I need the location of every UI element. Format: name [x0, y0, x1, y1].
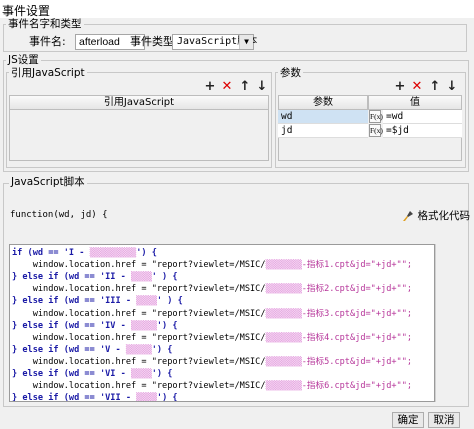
ref-add-icon[interactable]: + — [203, 80, 217, 94]
event-group-legend: 事件名字和类型 — [6, 18, 84, 30]
params-move-up-icon[interactable]: ↑ — [428, 80, 442, 94]
redacted-text: ▒▒▒▒▒▒▒▒▒ — [89, 248, 137, 258]
format-code-button[interactable]: 格式化代码 — [402, 208, 470, 222]
code-text: window.location.href = "report?viewlet=/… — [12, 356, 266, 367]
event-type-label: 事件类型: — [130, 35, 178, 48]
code-line: } else if (wd == 'IV - ▒▒▒▒▒') { — [12, 320, 178, 332]
code-text: window.location.href = "report?viewlet=/… — [12, 308, 266, 319]
param-name-cell[interactable]: jd — [278, 124, 368, 138]
code-text: } else if (wd == 'V - — [12, 344, 126, 355]
code-text: -指标4.cpt&jd="+jd+""; — [301, 332, 413, 343]
code-text: } else if (wd == 'II - — [12, 272, 131, 283]
function-signature: function(wd, jd) { — [10, 210, 108, 220]
ref-js-legend: 引用JavaScript — [9, 67, 87, 79]
code-text: } else if (wd == 'VI - — [12, 369, 131, 379]
code-text: window.location.href = "report?viewlet=/… — [12, 381, 266, 392]
code-text: ') { — [156, 320, 178, 331]
params-legend: 参数 — [278, 67, 303, 79]
code-line: window.location.href = "report?viewlet=/… — [12, 380, 412, 392]
code-text: -指标3.cpt&jd="+jd+""; — [301, 308, 413, 319]
ref-js-header: 引用JavaScript — [9, 95, 269, 110]
event-type-select[interactable]: JavaScript脚本 ▼ — [172, 34, 257, 50]
param-value-cell[interactable]: =wd — [383, 110, 462, 124]
redacted-text: ▒▒▒▒▒▒▒ — [265, 308, 302, 319]
code-text: } else if (wd == 'VII - — [12, 393, 137, 402]
code-text: ' ) { — [156, 296, 183, 307]
redacted-text: ▒▒▒▒ — [136, 296, 157, 307]
code-line: if (wd == 'I - ▒▒▒▒▒▒▒▒▒') { — [12, 247, 157, 259]
code-line: } else if (wd == 'V - ▒▒▒▒▒') { — [12, 344, 172, 356]
code-text: ') { — [151, 369, 173, 379]
redacted-text: ▒▒▒▒▒▒▒ — [265, 284, 302, 295]
params-header-value: 值 — [368, 95, 462, 110]
code-line: window.location.href = "report?viewlet=/… — [12, 308, 412, 320]
broom-icon — [402, 210, 414, 222]
ok-button[interactable]: 确定 — [392, 412, 424, 428]
ref-move-down-icon[interactable]: ↓ — [255, 80, 269, 94]
redacted-text: ▒▒▒▒ — [131, 369, 152, 379]
params-add-icon[interactable]: + — [393, 80, 407, 94]
code-text: ') { — [151, 344, 173, 355]
code-text: } else if (wd == 'III - — [12, 296, 137, 307]
code-text: -指标1.cpt&jd="+jd+""; — [301, 260, 413, 271]
redacted-text: ▒▒▒▒▒▒▒ — [265, 260, 302, 271]
redacted-text: ▒▒▒▒▒▒▒ — [265, 381, 302, 392]
chevron-down-icon: ▼ — [239, 35, 253, 49]
redacted-text: ▒▒▒▒▒ — [131, 320, 157, 331]
code-text: ' ) { — [151, 272, 178, 283]
param-value-cell[interactable]: =$jd — [383, 124, 462, 138]
code-text: window.location.href = "report?viewlet=/… — [12, 284, 266, 295]
code-text: -指标5.cpt&jd="+jd+""; — [301, 356, 413, 367]
title-bar: 事件设置 — [0, 0, 474, 18]
code-text: if (wd == 'I - — [12, 248, 90, 258]
formula-icon[interactable]: F(x) — [369, 124, 383, 137]
js-script-legend: JavaScript脚本 — [9, 176, 87, 188]
code-line: } else if (wd == 'VI - ▒▒▒▒') { — [12, 368, 172, 380]
params-move-down-icon[interactable]: ↓ — [445, 80, 459, 94]
code-line: } else if (wd == 'III - ▒▒▒▒' ) { — [12, 295, 183, 307]
redacted-text: ▒▒▒▒▒▒▒ — [265, 332, 302, 343]
js-settings-legend: JS设置 — [6, 54, 41, 66]
param-name-cell[interactable]: wd — [278, 110, 368, 124]
code-line: } else if (wd == 'VII - ▒▒▒▒') { — [12, 392, 178, 402]
code-text: -指标2.cpt&jd="+jd+""; — [301, 284, 413, 295]
formula-icon[interactable]: F(x) — [369, 110, 383, 123]
code-line: window.location.href = "report?viewlet=/… — [12, 332, 412, 344]
code-scrollbar[interactable] — [435, 244, 448, 402]
event-name-label: 事件名: — [29, 35, 66, 48]
params-header-name: 参数 — [278, 95, 368, 110]
code-line: window.location.href = "report?viewlet=/… — [12, 356, 412, 368]
format-code-label: 格式化代码 — [417, 210, 471, 222]
ref-move-up-icon[interactable]: ↑ — [238, 80, 252, 94]
code-line: window.location.href = "report?viewlet=/… — [12, 259, 412, 271]
params-delete-icon[interactable]: ✕ — [410, 80, 424, 94]
code-text: window.location.href = "report?viewlet=/… — [12, 260, 266, 271]
code-line: window.location.href = "report?viewlet=/… — [12, 283, 412, 295]
redacted-text: ▒▒▒▒▒▒▒ — [265, 356, 302, 367]
code-text: window.location.href = "report?viewlet=/… — [12, 332, 266, 343]
redacted-text: ▒▒▒▒ — [131, 272, 152, 283]
code-editor[interactable]: if (wd == 'I - ▒▒▒▒▒▒▒▒▒') { window.loca… — [9, 244, 435, 402]
cancel-button[interactable]: 取消 — [428, 412, 460, 428]
code-text: } else if (wd == 'IV - — [12, 320, 131, 331]
redacted-text: ▒▒▒▒ — [136, 393, 157, 402]
redacted-text: ▒▒▒▒▒ — [125, 344, 152, 355]
ref-delete-icon[interactable]: ✕ — [220, 80, 234, 94]
code-text: ') { — [136, 248, 157, 258]
code-text: ') { — [156, 393, 178, 402]
code-text: -指标6.cpt&jd="+jd+""; — [301, 381, 413, 392]
window-title: 事件设置 — [2, 4, 51, 18]
code-line: } else if (wd == 'II - ▒▒▒▒' ) { — [12, 271, 178, 283]
